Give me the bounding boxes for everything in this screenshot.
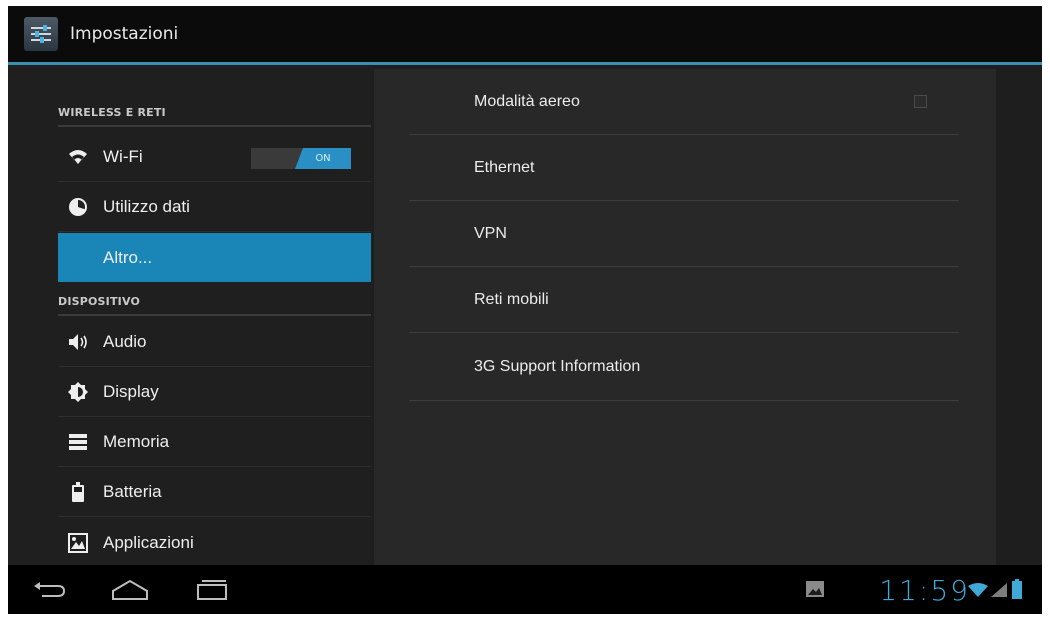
brightness-icon (67, 381, 89, 403)
wifi-signal-icon (968, 583, 988, 597)
wifi-icon (67, 146, 89, 168)
list-item-label: 3G Support Information (474, 357, 641, 375)
section-header-device: DISPOSITIVO (58, 295, 371, 316)
action-bar: Impostazioni (8, 6, 1042, 62)
list-item-3g-support[interactable]: 3G Support Information (409, 333, 959, 401)
sidebar-item-label: Batteria (103, 482, 162, 501)
apps-icon (67, 532, 89, 554)
screen: Impostazioni WIRELESS E RETI Wi-Fi ON Ut… (8, 6, 1042, 614)
sidebar-item-label: Altro... (103, 247, 153, 267)
list-item-ethernet[interactable]: Ethernet (409, 135, 959, 201)
sidebar-item-batteria[interactable]: Batteria (58, 468, 371, 517)
list-item-label: Reti mobili (474, 290, 549, 308)
section-header-wireless: WIRELESS E RETI (58, 106, 371, 127)
system-nav-bar: 11:59 (8, 565, 1042, 614)
settings-detail-pane: Modalità aereo Ethernet VPN Reti mobili … (374, 69, 996, 565)
list-item-airplane-mode[interactable]: Modalità aereo (409, 69, 959, 135)
toggle-on-label: ON (295, 148, 351, 169)
sidebar-item-display[interactable]: Display (58, 368, 371, 417)
list-item-label: VPN (474, 224, 507, 242)
settings-sliders-icon[interactable] (24, 17, 58, 51)
list-item-mobile-networks[interactable]: Reti mobili (409, 267, 959, 333)
sidebar-item-label: Display (103, 382, 159, 401)
storage-icon (67, 431, 89, 453)
settings-categories-pane: WIRELESS E RETI Wi-Fi ON Utilizzo dati A… (8, 65, 372, 565)
airplane-mode-checkbox[interactable] (914, 95, 927, 108)
sidebar-item-data-usage[interactable]: Utilizzo dati (58, 183, 371, 232)
home-icon[interactable] (108, 575, 152, 605)
recent-apps-icon[interactable] (190, 575, 234, 605)
sidebar-item-audio[interactable]: Audio (58, 318, 371, 367)
sidebar-item-label: Applicazioni (103, 532, 194, 552)
back-icon[interactable] (28, 575, 72, 605)
list-item-vpn[interactable]: VPN (409, 201, 959, 267)
sidebar-item-label: Wi-Fi (103, 147, 143, 166)
cell-signal-icon (991, 583, 1007, 597)
battery-icon (67, 481, 89, 503)
sidebar-item-altro[interactable]: Altro... (58, 233, 371, 282)
sidebar-item-applicazioni[interactable]: Applicazioni (58, 518, 371, 567)
sidebar-item-label: Audio (103, 332, 147, 351)
speaker-icon (67, 331, 89, 353)
status-clock: 11:59 (879, 574, 970, 607)
battery-status-icon (1012, 579, 1022, 599)
sidebar-item-label: Utilizzo dati (103, 197, 190, 216)
list-item-label: Ethernet (474, 158, 535, 176)
page-title: Impostazioni (70, 24, 179, 44)
list-item-label: Modalità aereo (474, 92, 580, 110)
sidebar-item-label: Memoria (103, 432, 170, 451)
sidebar-item-memoria[interactable]: Memoria (58, 418, 371, 467)
gallery-notification-icon[interactable] (806, 581, 824, 597)
wifi-toggle[interactable]: ON (251, 148, 351, 169)
data-usage-icon (67, 196, 89, 218)
sidebar-item-wifi[interactable]: Wi-Fi ON (58, 133, 371, 182)
